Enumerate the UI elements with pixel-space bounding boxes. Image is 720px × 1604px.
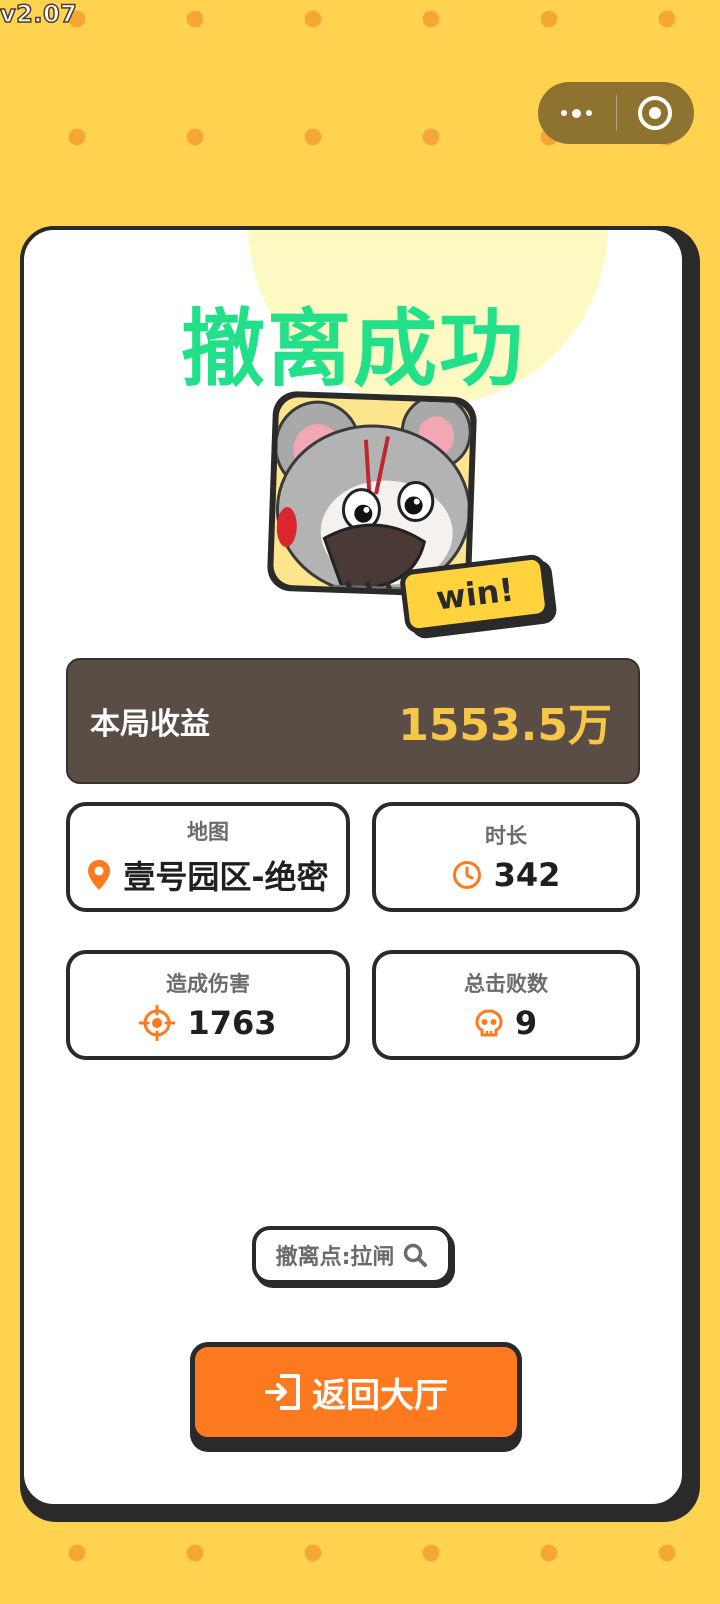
stat-value: 壹号园区-绝密 xyxy=(123,858,329,896)
stat-value: 1763 xyxy=(187,1004,277,1042)
version-label: v2.07 xyxy=(0,0,78,29)
extraction-point-label: 撤离点:拉闸 xyxy=(275,1245,395,1270)
return-lobby-button[interactable]: 返回大厅 xyxy=(190,1342,522,1442)
stat-label: 地图 xyxy=(187,820,229,844)
stat-kills: 总击败数 9 xyxy=(372,950,640,1060)
stat-label: 造成伤害 xyxy=(166,972,250,996)
close-miniprogram-button[interactable] xyxy=(617,82,695,144)
more-dots-icon xyxy=(561,108,593,118)
miniprogram-capsule xyxy=(538,82,694,144)
result-title: 撤离成功 xyxy=(180,300,525,398)
stat-label: 时长 xyxy=(485,824,527,848)
stat-map: 地图 壹号园区-绝密 xyxy=(66,802,350,912)
extraction-point-button[interactable]: 撤离点:拉闸 xyxy=(252,1226,452,1284)
location-pin-icon xyxy=(87,859,111,891)
stat-value: 342 xyxy=(493,856,561,894)
clock-icon xyxy=(452,860,482,890)
earnings-label: 本局收益 xyxy=(90,707,210,742)
stat-label: 总击败数 xyxy=(464,972,548,996)
close-target-icon xyxy=(638,96,673,130)
result-card: 撤离成功 win! 本局收益 1553.5万 地图 壹号园区-绝密 时长 342… xyxy=(20,226,686,1508)
return-lobby-label: 返回大厅 xyxy=(312,1375,448,1416)
exit-door-icon xyxy=(264,1373,302,1411)
search-icon xyxy=(402,1242,428,1268)
stat-value: 9 xyxy=(514,1004,538,1042)
stat-duration: 时长 342 xyxy=(372,802,640,912)
more-button[interactable] xyxy=(538,82,616,144)
stat-damage: 造成伤害 1763 xyxy=(66,950,350,1060)
skull-icon xyxy=(475,1009,503,1037)
crosshair-icon xyxy=(139,1005,176,1041)
earnings-panel: 本局收益 1553.5万 xyxy=(66,658,640,784)
earnings-value: 1553.5万 xyxy=(398,700,612,751)
